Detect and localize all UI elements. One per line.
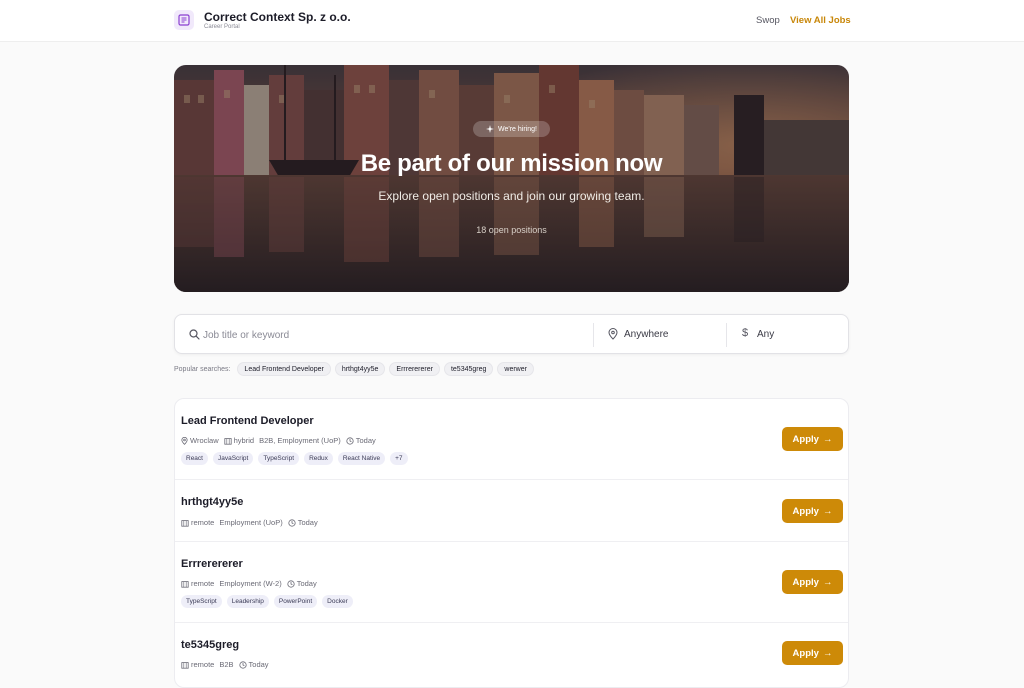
hero-banner: We're hiring! Be part of our mission now… <box>174 65 849 292</box>
dollar-icon: $ <box>742 327 749 339</box>
job-work-mode-label: hybrid <box>233 436 255 445</box>
sparkle-icon <box>486 125 495 133</box>
location-select[interactable]: Anywhere <box>624 329 668 340</box>
apply-button[interactable]: Apply → <box>782 570 843 594</box>
job-work-mode-label: remote <box>191 579 215 588</box>
building-icon <box>181 519 189 527</box>
apply-button-label: Apply <box>792 433 819 445</box>
clock-icon <box>287 579 295 588</box>
skill-tag: JavaScript <box>212 452 254 465</box>
popular-search-chip[interactable]: werwer <box>497 362 534 376</box>
view-all-jobs-link[interactable]: View All Jobs <box>790 15 851 26</box>
job-work-mode: remote <box>181 660 214 669</box>
job-list: Lead Frontend Developer Wroclaw hybrid B… <box>174 398 849 688</box>
hiring-badge: We're hiring! <box>473 121 550 137</box>
skill-tag: Leadership <box>226 595 269 608</box>
hero-title: Be part of our mission now <box>360 150 663 177</box>
job-posted-label: Today <box>355 436 376 445</box>
job-work-mode: remote <box>181 518 214 527</box>
skill-tag: Docker <box>322 595 353 608</box>
job-work-mode: hybrid <box>224 436 254 445</box>
job-work-mode: remote <box>181 579 214 588</box>
clock-icon <box>346 436 354 445</box>
job-posted: Today <box>238 660 269 669</box>
job-search-bar: Anywhere $ Any <box>174 314 849 354</box>
job-contract-type: B2B, Employment (UoP) <box>259 436 341 445</box>
job-posted: Today <box>287 579 317 588</box>
hero-background-image <box>174 65 849 292</box>
apply-button[interactable]: Apply → <box>782 641 843 665</box>
search-divider <box>726 323 727 347</box>
keyword-search-input[interactable] <box>203 326 583 344</box>
job-contract-type: Employment (W-2) <box>219 579 282 588</box>
company-name: Correct Context Sp. z o.o. <box>204 10 351 24</box>
job-work-mode-label: remote <box>191 518 215 527</box>
location-pin-icon <box>608 328 618 340</box>
job-contract-type: Employment (UoP) <box>219 518 283 527</box>
building-icon <box>181 580 189 588</box>
job-posted-label: Today <box>297 518 318 527</box>
skill-tag: TypeScript <box>258 452 300 465</box>
job-location-label: Wroclaw <box>190 436 219 445</box>
popular-search-chip[interactable]: Lead Frontend Developer <box>237 362 331 376</box>
search-icon <box>189 329 200 340</box>
popular-search-chip[interactable]: Errrerererer <box>389 362 440 376</box>
job-work-mode-label: remote <box>191 660 215 669</box>
skill-tag: PowerPoint <box>273 595 318 608</box>
building-icon <box>224 437 232 445</box>
top-header: Correct Context Sp. z o.o. Career Portal… <box>0 0 1024 42</box>
building-icon <box>181 661 189 669</box>
hero-subtitle: Explore open positions and join our grow… <box>378 189 645 203</box>
arrow-right-icon: → <box>822 647 833 659</box>
job-tags: TypeScript Leadership PowerPoint Docker <box>181 595 353 608</box>
skill-tag: Redux <box>304 452 333 465</box>
job-card[interactable]: te5345greg remote B2B Today Apply → <box>175 623 848 687</box>
apply-button[interactable]: Apply → <box>782 499 843 523</box>
job-title[interactable]: te5345greg <box>181 639 239 651</box>
salary-select[interactable]: Any <box>757 329 774 340</box>
nav-swop-link[interactable]: Swop <box>756 15 780 26</box>
arrow-right-icon: → <box>822 505 833 517</box>
skill-tag: TypeScript <box>181 595 222 608</box>
skill-tag: React Native <box>337 452 386 465</box>
clock-icon <box>238 660 247 669</box>
job-card[interactable]: Lead Frontend Developer Wroclaw hybrid B… <box>175 399 848 480</box>
location-pin-icon <box>181 436 188 445</box>
arrow-right-icon: → <box>822 433 833 445</box>
popular-searches: Popular searches: Lead Frontend Develope… <box>174 362 534 376</box>
job-posted-label: Today <box>248 660 269 669</box>
more-tags-badge[interactable]: +7 <box>390 452 408 465</box>
job-meta: Wroclaw hybrid B2B, Employment (UoP) Tod… <box>181 436 376 445</box>
job-location: Wroclaw <box>181 436 219 445</box>
open-positions-count: 18 open positions <box>476 225 547 235</box>
job-posted: Today <box>288 518 318 527</box>
job-meta: remote Employment (UoP) Today <box>181 518 318 527</box>
job-title[interactable]: hrthgt4yy5e <box>181 496 243 508</box>
company-logo-icon[interactable] <box>174 10 194 30</box>
clock-icon <box>288 518 296 527</box>
job-tags: React JavaScript TypeScript Redux React … <box>181 452 408 465</box>
job-card[interactable]: Errrerererer remote Employment (W-2) Tod… <box>175 542 848 623</box>
portal-subtitle: Career Portal <box>204 24 240 30</box>
popular-search-chip[interactable]: hrthgt4yy5e <box>334 362 386 376</box>
hiring-badge-label: We're hiring! <box>498 125 537 133</box>
job-posted-label: Today <box>296 579 317 588</box>
skill-tag: React <box>181 452 208 465</box>
popular-searches-label: Popular searches: <box>174 365 231 373</box>
apply-button-label: Apply <box>792 647 819 659</box>
search-divider <box>593 323 594 347</box>
apply-button[interactable]: Apply → <box>782 427 843 451</box>
job-meta: remote Employment (W-2) Today <box>181 579 317 588</box>
apply-button-label: Apply <box>792 505 819 517</box>
job-card[interactable]: hrthgt4yy5e remote Employment (UoP) Toda… <box>175 480 848 542</box>
popular-search-chip[interactable]: te5345greg <box>443 362 494 376</box>
job-contract-type: B2B <box>219 660 234 669</box>
arrow-right-icon: → <box>822 576 833 588</box>
apply-button-label: Apply <box>792 576 819 588</box>
job-meta: remote B2B Today <box>181 660 269 669</box>
job-title[interactable]: Lead Frontend Developer <box>181 415 314 427</box>
job-posted: Today <box>346 436 376 445</box>
job-title[interactable]: Errrerererer <box>181 558 243 570</box>
